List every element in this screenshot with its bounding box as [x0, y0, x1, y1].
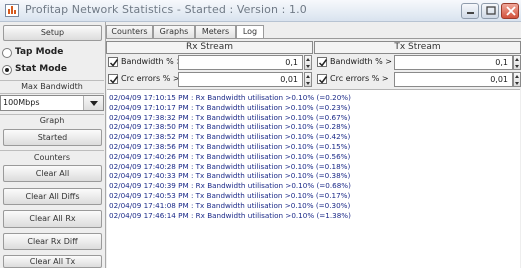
max-bandwidth-label: Max Bandwidth	[21, 82, 83, 91]
chevron-down-icon[interactable]	[83, 96, 103, 110]
tab-bar: Counters Graphs Meters Log	[106, 25, 521, 39]
tx-crc-checkbox[interactable]	[317, 74, 328, 84]
clear-rx-diff-button[interactable]: Clear Rx Diff	[3, 233, 102, 250]
counters-label: Counters	[33, 153, 71, 162]
log-entry: 02/04/09 17:41:08 PM : Tx Bandwidth util…	[109, 200, 351, 210]
rx-crc-label: Crc errors % >	[121, 74, 180, 83]
tx-crc-input[interactable]: 0,01	[394, 72, 513, 87]
tx-bandwidth-label: Bandwidth % >	[330, 57, 392, 66]
rx-crc-input[interactable]: 0,01	[178, 72, 303, 87]
clear-all-tx-button[interactable]: Clear All Tx	[3, 255, 102, 268]
tx-crc-label: Crc errors % >	[330, 74, 389, 83]
stat-mode-label: Stat Mode	[15, 64, 67, 74]
rx-crc-spinner[interactable]	[304, 72, 312, 87]
log-entry: 02/04/09 17:40:28 PM : Tx Bandwidth util…	[109, 161, 351, 171]
log-entry: 02/04/09 17:10:15 PM : Rx Bandwidth util…	[109, 93, 351, 102]
log-entry: 02/04/09 17:38:52 PM : Tx Bandwidth util…	[109, 132, 351, 142]
maximize-button[interactable]	[481, 3, 499, 19]
log-entry: 02/04/09 17:38:32 PM : Tx Bandwidth util…	[109, 112, 351, 122]
tx-stream-header: Tx Stream	[314, 41, 521, 54]
tx-crc-spinner[interactable]	[513, 72, 521, 87]
app-bar-chart-icon	[5, 4, 19, 17]
tap-mode-radio[interactable]: Tap Mode	[2, 46, 102, 62]
rx-crc-row: Crc errors % > 0,01	[106, 72, 313, 88]
window-title: Profitap Network Statistics - Started : …	[25, 3, 307, 16]
rx-bandwidth-input[interactable]: 0,1	[178, 55, 303, 70]
tap-mode-label: Tap Mode	[15, 47, 64, 57]
log-entry: 02/04/09 17:10:17 PM : Tx Bandwidth util…	[109, 102, 351, 112]
tab-counters[interactable]: Counters	[106, 25, 153, 38]
log-entry: 02/04/09 17:38:50 PM : Tx Bandwidth util…	[109, 122, 351, 132]
stat-mode-radio[interactable]: Stat Mode	[2, 63, 102, 79]
rx-bandwidth-spinner[interactable]	[304, 55, 312, 70]
close-button[interactable]	[501, 3, 519, 19]
rx-stream-header: Rx Stream	[106, 41, 313, 54]
tab-meters[interactable]: Meters	[195, 25, 236, 38]
maximize-icon	[486, 6, 496, 15]
rx-bandwidth-checkbox[interactable]	[108, 57, 119, 67]
tx-bandwidth-input[interactable]: 0,1	[394, 55, 513, 70]
tap-mode-radio-circle[interactable]	[2, 48, 12, 58]
tab-graphs[interactable]: Graphs	[153, 25, 195, 38]
minimize-icon	[467, 12, 474, 14]
log-entry: 02/04/09 17:40:39 PM : Rx Bandwidth util…	[109, 181, 351, 191]
divider	[0, 80, 104, 81]
tx-bandwidth-row: Bandwidth % > 0,1	[314, 55, 521, 71]
rx-bandwidth-label: Bandwidth % >	[121, 57, 183, 66]
tab-underline	[106, 38, 521, 39]
rx-bandwidth-row: Bandwidth % > 0,1	[106, 55, 313, 71]
log-entry: 02/04/09 17:40:53 PM : Tx Bandwidth util…	[109, 190, 351, 200]
rx-crc-checkbox[interactable]	[108, 74, 119, 84]
max-bandwidth-select[interactable]: 100Mbps	[0, 95, 104, 111]
clear-all-button[interactable]: Clear All	[3, 165, 102, 182]
log-panel[interactable]: 02/04/09 17:10:15 PM : Rx Bandwidth util…	[107, 89, 520, 268]
close-icon	[506, 6, 516, 16]
checkmark-icon	[109, 76, 119, 84]
clear-all-rx-button[interactable]: Clear All Rx	[3, 210, 102, 228]
log-entry: 02/04/09 17:38:56 PM : Tx Bandwidth util…	[109, 141, 351, 151]
clear-all-diffs-button[interactable]: Clear All Diffs	[3, 188, 102, 205]
log-entry: 02/04/09 17:46:14 PM : Rx Bandwidth util…	[109, 210, 351, 220]
minimize-button[interactable]	[461, 3, 479, 19]
graph-label: Graph	[39, 116, 65, 125]
tx-crc-row: Crc errors % > 0,01	[314, 72, 521, 88]
setup-button[interactable]: Setup	[3, 25, 102, 41]
max-bandwidth-value: 100Mbps	[3, 98, 40, 107]
tx-bandwidth-checkbox[interactable]	[317, 57, 328, 67]
tx-bandwidth-spinner[interactable]	[513, 55, 521, 70]
log-entry: 02/04/09 17:40:26 PM : Tx Bandwidth util…	[109, 151, 351, 161]
checkmark-icon	[109, 59, 119, 67]
title-bar: Profitap Network Statistics - Started : …	[0, 0, 521, 22]
divider	[0, 114, 104, 115]
divider	[0, 150, 104, 151]
started-button[interactable]: Started	[3, 129, 102, 146]
divider	[0, 93, 104, 94]
main-panel: Counters Graphs Meters Log Rx Stream Ban…	[106, 22, 521, 268]
checkmark-icon	[318, 76, 328, 84]
log-entry: 02/04/09 17:40:33 PM : Tx Bandwidth util…	[109, 171, 351, 181]
sidebar: Setup Tap Mode Stat Mode Max Bandwidth 1…	[0, 22, 106, 268]
stat-mode-radio-circle[interactable]	[2, 65, 12, 75]
checkmark-icon	[318, 59, 328, 67]
tab-log[interactable]: Log	[236, 25, 264, 39]
